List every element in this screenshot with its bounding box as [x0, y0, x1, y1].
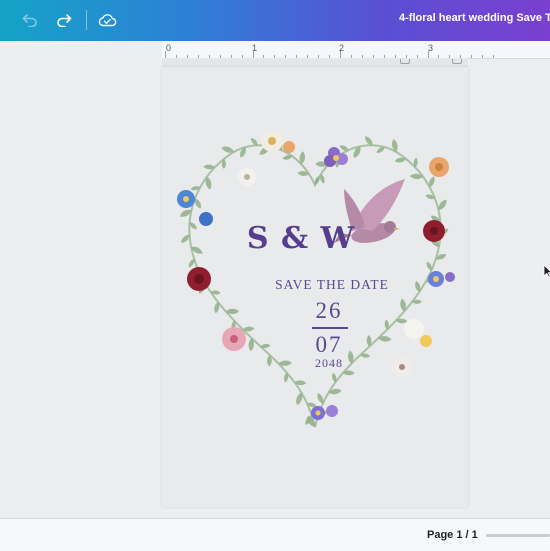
- undo-icon[interactable]: [17, 8, 43, 32]
- ruler-label: 0: [166, 43, 172, 53]
- editor-toolbar: 4-floral heart wedding Save Th: [0, 0, 550, 41]
- status-bar: Page 1 / 1: [0, 518, 550, 551]
- flower-burgundy-right: [423, 220, 445, 242]
- ruler-tick: [165, 51, 166, 58]
- page-indicator[interactable]: Page 1 / 1: [427, 529, 478, 541]
- date-divider: [312, 327, 348, 329]
- redo-icon[interactable]: [51, 8, 77, 32]
- ruler-tick: [427, 51, 429, 58]
- page-lock-icon[interactable]: [400, 59, 410, 64]
- flower-purple-bottom: [311, 405, 338, 420]
- ruler-tick: [340, 51, 341, 58]
- flower-blue-left: [177, 190, 213, 226]
- zoom-slider[interactable]: [486, 534, 550, 537]
- document-title[interactable]: 4-floral heart wedding Save Th: [399, 12, 550, 24]
- design-page[interactable]: S & W SAVE THE DATE 26 07 2048: [162, 67, 468, 507]
- ruler-tick: [471, 55, 473, 58]
- date-year[interactable]: 2048: [297, 356, 361, 371]
- couple-initials[interactable]: S & W: [246, 221, 356, 256]
- date-day[interactable]: 26: [297, 298, 361, 324]
- horizontal-ruler: 0 1 2 3: [162, 41, 550, 59]
- save-the-date-heading[interactable]: SAVE THE DATE: [258, 277, 406, 293]
- ruler-tick: [493, 55, 495, 58]
- ruler-tick: [482, 55, 484, 58]
- ruler-label: 3: [428, 43, 434, 53]
- date-month[interactable]: 07: [297, 332, 361, 358]
- mouse-pointer-icon: [543, 264, 550, 283]
- page-options-icon[interactable]: [452, 59, 462, 64]
- flower-peach: [429, 157, 449, 177]
- flower-burgundy-left: [187, 267, 211, 291]
- toolbar-divider: [86, 10, 87, 30]
- cloud-check-icon[interactable]: [94, 8, 120, 32]
- page-header-strip: [162, 58, 468, 67]
- flower-white-right: [392, 319, 432, 377]
- flower-pink-left: [222, 327, 246, 351]
- flower-blue-right: [428, 271, 455, 287]
- ruler-tick: [252, 51, 254, 58]
